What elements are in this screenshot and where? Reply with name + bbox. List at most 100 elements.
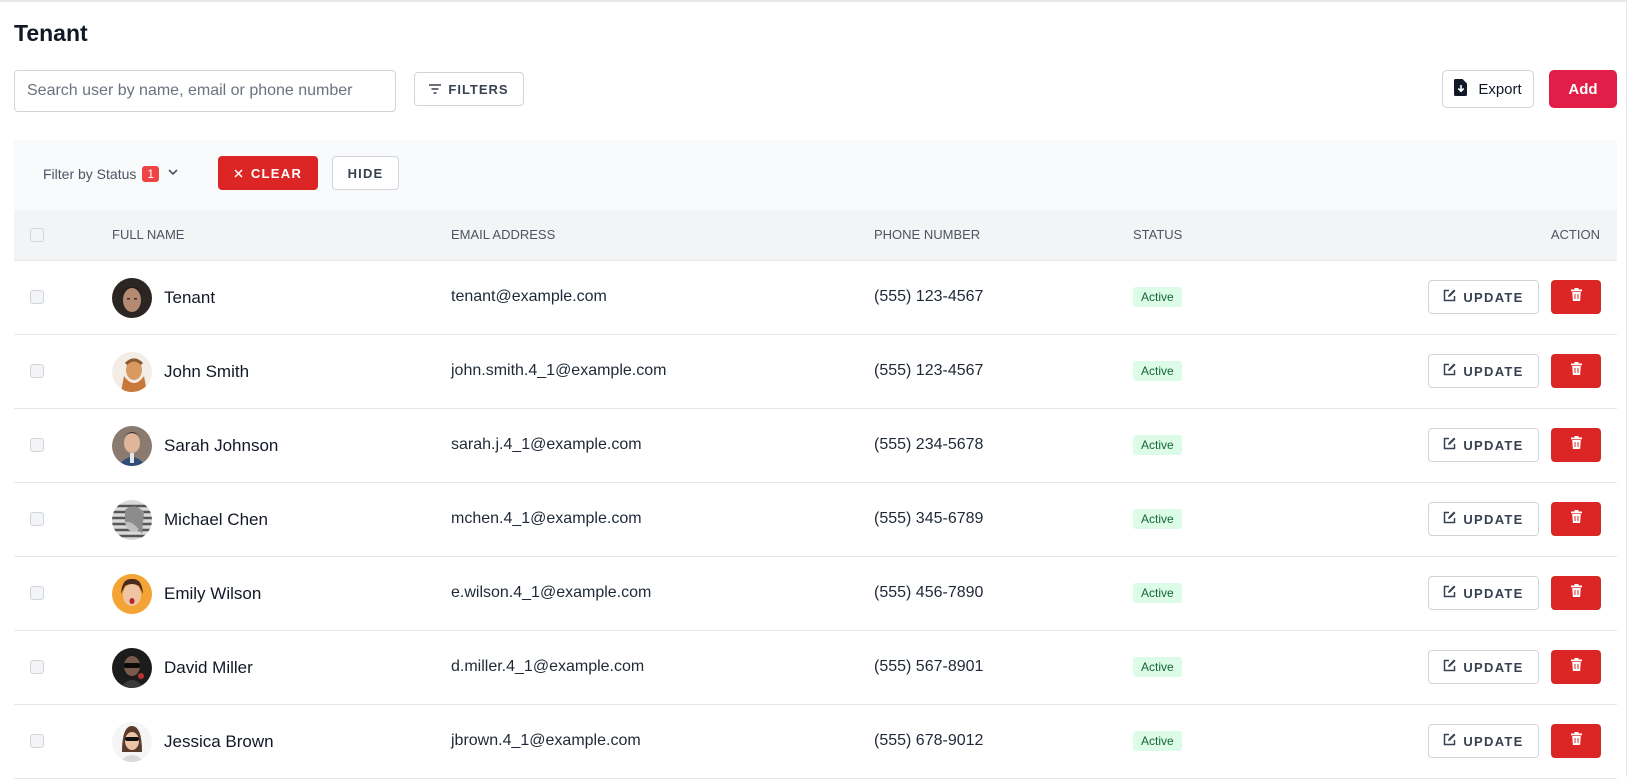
table-row: Tenant tenant@example.com (555) 123-4567… bbox=[14, 261, 1617, 335]
edit-icon bbox=[1443, 585, 1456, 601]
update-label: UPDATE bbox=[1463, 363, 1524, 379]
trash-icon bbox=[1570, 436, 1582, 454]
update-button[interactable]: UPDATE bbox=[1428, 502, 1539, 536]
chevron-down-icon bbox=[165, 164, 181, 183]
row-email: jbrown.4_1@example.com bbox=[451, 732, 641, 749]
update-label: UPDATE bbox=[1463, 511, 1524, 527]
row-full-name: Sarah Johnson bbox=[164, 436, 279, 455]
column-header-status: STATUS bbox=[1133, 227, 1183, 242]
column-header-phone: PHONE NUMBER bbox=[874, 227, 981, 242]
table-row: Emily Wilson e.wilson.4_1@example.com (5… bbox=[14, 557, 1617, 631]
trash-icon bbox=[1570, 658, 1582, 676]
filters-button[interactable]: FILTERS bbox=[414, 72, 524, 106]
row-email: tenant@example.com bbox=[451, 288, 607, 305]
status-badge: Active bbox=[1133, 361, 1182, 381]
clear-button[interactable]: CLEAR bbox=[218, 156, 318, 190]
trash-icon bbox=[1570, 584, 1582, 602]
delete-button[interactable] bbox=[1551, 428, 1601, 462]
hide-button[interactable]: HIDE bbox=[332, 156, 399, 190]
status-badge: Active bbox=[1133, 287, 1182, 307]
row-full-name: David Miller bbox=[164, 658, 253, 677]
avatar bbox=[112, 574, 152, 614]
table-row: Michael Chen mchen.4_1@example.com (555)… bbox=[14, 483, 1617, 557]
avatar bbox=[112, 278, 152, 318]
row-email: d.miller.4_1@example.com bbox=[451, 658, 645, 675]
add-button[interactable]: Add bbox=[1549, 70, 1617, 108]
filter-by-status-dropdown[interactable]: Filter by Status 1 bbox=[43, 164, 181, 183]
edit-icon bbox=[1443, 733, 1456, 749]
clear-label: CLEAR bbox=[250, 165, 303, 181]
update-button[interactable]: UPDATE bbox=[1428, 428, 1539, 462]
update-button[interactable]: UPDATE bbox=[1428, 280, 1539, 314]
search-input[interactable] bbox=[14, 70, 396, 112]
row-full-name: Michael Chen bbox=[164, 510, 268, 529]
row-checkbox[interactable] bbox=[30, 734, 44, 748]
avatar bbox=[112, 648, 152, 688]
table-row: David Miller d.miller.4_1@example.com (5… bbox=[14, 631, 1617, 705]
status-badge: Active bbox=[1133, 657, 1182, 677]
file-download-icon bbox=[1454, 78, 1468, 100]
column-header-full-name: FULL NAME bbox=[112, 227, 185, 242]
update-button[interactable]: UPDATE bbox=[1428, 354, 1539, 388]
row-checkbox[interactable] bbox=[30, 438, 44, 452]
update-label: UPDATE bbox=[1463, 289, 1524, 305]
status-badge: Active bbox=[1133, 731, 1182, 751]
row-checkbox[interactable] bbox=[30, 660, 44, 674]
filter-count-badge: 1 bbox=[142, 165, 160, 182]
avatar bbox=[112, 722, 152, 762]
table-row: John Smith john.smith.4_1@example.com (5… bbox=[14, 335, 1617, 409]
edit-icon bbox=[1443, 289, 1456, 305]
row-phone: (555) 234-5678 bbox=[874, 436, 984, 453]
update-button[interactable]: UPDATE bbox=[1428, 724, 1539, 758]
edit-icon bbox=[1443, 437, 1456, 453]
row-phone: (555) 123-4567 bbox=[874, 288, 984, 305]
update-label: UPDATE bbox=[1463, 733, 1524, 749]
row-email: john.smith.4_1@example.com bbox=[451, 362, 667, 379]
trash-icon bbox=[1570, 362, 1582, 380]
filter-bar: Filter by Status 1 CLEAR HIDE bbox=[14, 140, 1617, 210]
avatar bbox=[112, 352, 152, 392]
delete-button[interactable] bbox=[1551, 354, 1601, 388]
table-header: FULL NAME EMAIL ADDRESS PHONE NUMBER STA… bbox=[14, 210, 1617, 261]
row-phone: (555) 678-9012 bbox=[874, 732, 984, 749]
row-full-name: Tenant bbox=[164, 288, 216, 307]
update-label: UPDATE bbox=[1463, 585, 1524, 601]
row-phone: (555) 456-7890 bbox=[874, 584, 984, 601]
top-border bbox=[0, 0, 1626, 2]
row-phone: (555) 123-4567 bbox=[874, 362, 984, 379]
column-header-action: ACTION bbox=[1550, 227, 1600, 242]
row-checkbox[interactable] bbox=[30, 512, 44, 526]
delete-button[interactable] bbox=[1551, 650, 1601, 684]
filter-lines-icon bbox=[429, 82, 442, 97]
close-icon bbox=[234, 166, 243, 181]
edit-icon bbox=[1443, 363, 1456, 379]
row-email: sarah.j.4_1@example.com bbox=[451, 436, 642, 453]
edit-icon bbox=[1443, 659, 1456, 675]
edit-icon bbox=[1443, 511, 1456, 527]
row-checkbox[interactable] bbox=[30, 290, 44, 304]
row-full-name: Jessica Brown bbox=[164, 732, 274, 751]
row-phone: (555) 345-6789 bbox=[874, 510, 984, 527]
trash-icon bbox=[1570, 288, 1582, 306]
row-checkbox[interactable] bbox=[30, 586, 44, 600]
delete-button[interactable] bbox=[1551, 502, 1601, 536]
row-email: mchen.4_1@example.com bbox=[451, 510, 642, 527]
select-all-checkbox[interactable] bbox=[30, 228, 44, 242]
avatar bbox=[112, 500, 152, 540]
trash-icon bbox=[1570, 510, 1582, 528]
page-title: Tenant bbox=[14, 20, 88, 46]
row-phone: (555) 567-8901 bbox=[874, 658, 984, 675]
update-button[interactable]: UPDATE bbox=[1428, 650, 1539, 684]
delete-button[interactable] bbox=[1551, 280, 1601, 314]
export-label: Export bbox=[1478, 80, 1522, 98]
column-header-email: EMAIL ADDRESS bbox=[451, 227, 556, 242]
status-badge: Active bbox=[1133, 435, 1182, 455]
delete-button[interactable] bbox=[1551, 576, 1601, 610]
row-full-name: Emily Wilson bbox=[164, 584, 262, 603]
status-badge: Active bbox=[1133, 583, 1182, 603]
table-row: Sarah Johnson sarah.j.4_1@example.com (5… bbox=[14, 409, 1617, 483]
delete-button[interactable] bbox=[1551, 724, 1601, 758]
row-checkbox[interactable] bbox=[30, 364, 44, 378]
export-button[interactable]: Export bbox=[1442, 70, 1534, 108]
update-button[interactable]: UPDATE bbox=[1428, 576, 1539, 610]
